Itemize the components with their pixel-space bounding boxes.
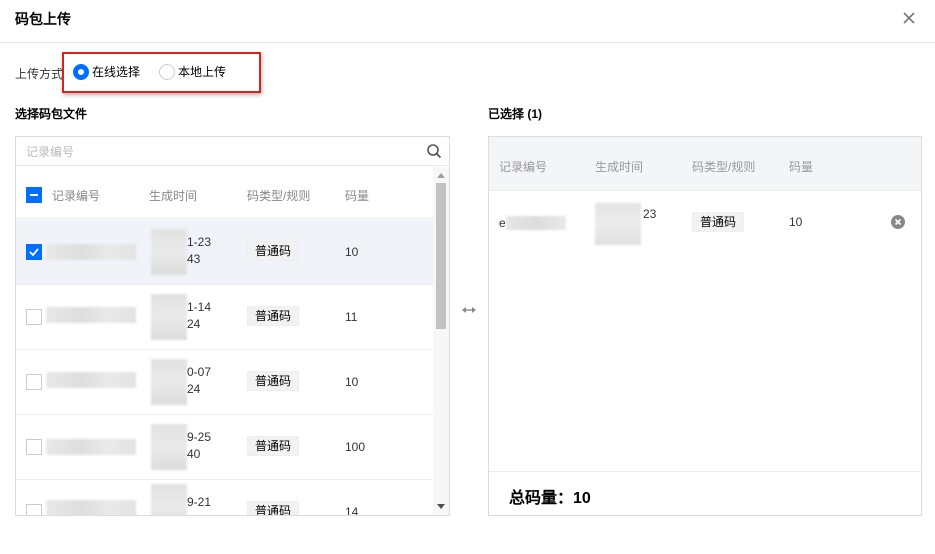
- radio-dot: [73, 63, 89, 80]
- column-header: 生成时间: [595, 160, 644, 174]
- table-row[interactable]: 1-14 24 普通码 11: [16, 285, 434, 350]
- code-type-tag: 普通码: [247, 306, 300, 326]
- file-list-panel: 记录编号 生成时间 码类型/规则 码量 1-23 43 普通码 10 1-14 24…: [15, 136, 450, 516]
- row-checkbox[interactable]: [26, 439, 42, 455]
- code-quantity: 14: [345, 505, 359, 516]
- time-redacted: [151, 229, 187, 275]
- search-box: [16, 137, 449, 166]
- time-line: 24: [187, 382, 201, 396]
- record-id-redacted: [46, 500, 136, 515]
- time-line: 9-21: [187, 495, 212, 509]
- radio-label: 本地上传: [178, 65, 227, 79]
- scroll-thumb[interactable]: [436, 183, 446, 329]
- generation-time: 0-07 24: [187, 364, 211, 398]
- column-header: 生成时间: [149, 189, 198, 203]
- table-row[interactable]: 0-07 24 普通码 10: [16, 350, 434, 415]
- table-header: 记录编号 生成时间 码类型/规则 码量: [16, 167, 434, 219]
- code-type-tag: 普通码: [247, 436, 300, 456]
- close-icon: [903, 12, 915, 24]
- record-id: e: [499, 216, 506, 230]
- time-line: 43: [187, 252, 201, 266]
- radio-label: 在线选择: [92, 65, 141, 79]
- record-id-redacted: [46, 439, 136, 455]
- swap-icon: [462, 307, 476, 313]
- radio-dot: [159, 63, 175, 80]
- search-icon[interactable]: [426, 143, 442, 159]
- total-quantity: 总码量：10: [509, 490, 591, 507]
- row-checkbox[interactable]: [26, 309, 42, 325]
- column-header: 码类型/规则: [247, 189, 311, 203]
- upload-method-label: 上传方式: [15, 67, 64, 81]
- time-line: 9-25: [187, 430, 212, 444]
- code-quantity: 100: [345, 440, 366, 454]
- record-id-redacted: [46, 372, 136, 388]
- select-all-checkbox[interactable]: [26, 187, 42, 203]
- right-section-title: 已选择 (1): [488, 107, 543, 121]
- code-type-tag: 普通码: [247, 241, 300, 261]
- generation-time: 1-14 24: [187, 299, 211, 333]
- column-header: 码量: [345, 189, 370, 203]
- column-header: 码类型/规则: [692, 160, 756, 174]
- column-header: 记录编号: [52, 189, 101, 203]
- record-id-redacted: [46, 244, 136, 260]
- radio-local-upload[interactable]: 本地上传: [159, 63, 226, 80]
- generation-time: 9-25 40: [187, 429, 211, 463]
- dialog-title: 码包上传: [15, 11, 71, 27]
- record-id-redacted: [506, 216, 566, 230]
- code-quantity: 10: [345, 245, 359, 259]
- selected-footer: 总码量：10: [489, 471, 921, 515]
- table-row[interactable]: 9-21 普通码 14: [16, 480, 434, 516]
- close-button[interactable]: [899, 8, 919, 28]
- generation-time: 23: [643, 207, 657, 221]
- dialog-header: 码包上传: [0, 0, 935, 43]
- row-checkbox[interactable]: [26, 244, 42, 260]
- code-quantity: 11: [345, 310, 358, 324]
- search-input[interactable]: [26, 143, 406, 160]
- time-redacted: [151, 424, 187, 470]
- left-section-title: 选择码包文件: [15, 107, 88, 121]
- time-redacted: [151, 484, 187, 515]
- time-line: 1-14: [187, 300, 212, 314]
- check-icon: [29, 248, 39, 257]
- time-line: 0-07: [187, 365, 212, 379]
- scroll-down-arrow[interactable]: [437, 504, 445, 509]
- column-header: 码量: [789, 160, 814, 174]
- time-line: 40: [187, 447, 201, 461]
- table-row[interactable]: 9-25 40 普通码 100: [16, 415, 434, 480]
- selected-table-header: 记录编号 生成时间 码类型/规则 码量: [489, 137, 921, 191]
- time-redacted: [151, 359, 187, 405]
- row-checkbox[interactable]: [26, 504, 42, 515]
- radio-online-select[interactable]: 在线选择: [73, 63, 140, 80]
- code-type-tag: 普通码: [247, 501, 300, 515]
- selected-row: e 23 普通码 10: [489, 192, 921, 254]
- code-quantity: 10: [345, 375, 359, 389]
- remove-icon[interactable]: [891, 215, 905, 229]
- scroll-up-arrow[interactable]: [437, 173, 445, 178]
- column-header: 记录编号: [499, 160, 548, 174]
- time-redacted: [595, 203, 641, 245]
- time-line: 1-23: [187, 235, 212, 249]
- table-row[interactable]: 1-23 43 普通码 10: [16, 220, 434, 285]
- code-type-tag: 普通码: [692, 212, 745, 232]
- row-checkbox[interactable]: [26, 374, 42, 390]
- time-line: 24: [187, 317, 201, 331]
- generation-time: 9-21: [187, 494, 211, 511]
- code-quantity: 10: [789, 215, 803, 229]
- time-redacted: [151, 294, 187, 340]
- vertical-scrollbar[interactable]: [433, 167, 449, 515]
- code-type-tag: 普通码: [247, 371, 300, 391]
- record-id-redacted: [46, 307, 136, 323]
- generation-time: 1-23 43: [187, 234, 211, 268]
- selected-list-panel: 记录编号 生成时间 码类型/规则 码量 e 23 普通码 10 总码量：10: [488, 136, 922, 516]
